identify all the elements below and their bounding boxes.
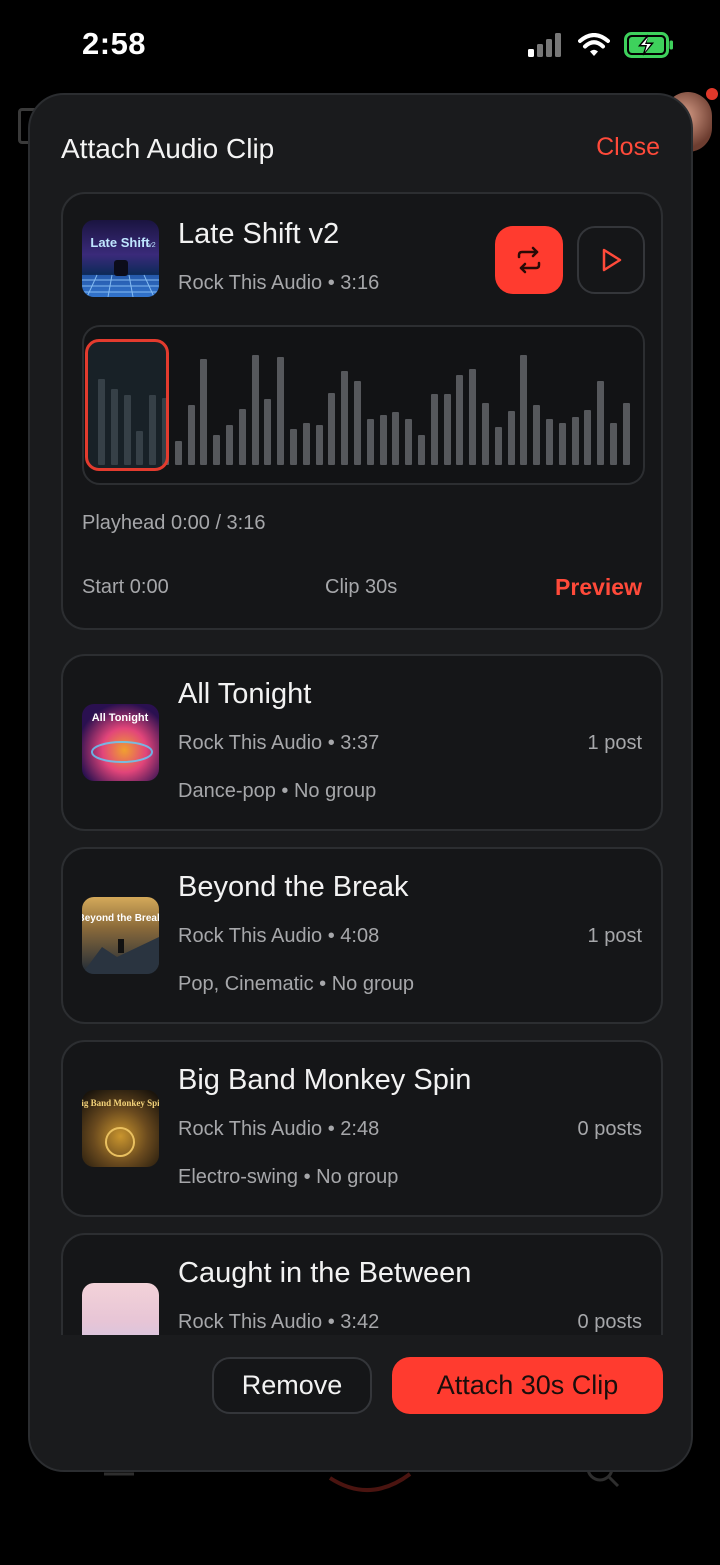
waveform-bar — [290, 429, 297, 465]
waveform-bar — [341, 371, 349, 465]
cover-art: Beyond the Break — [82, 913, 159, 974]
selected-track-card: Late Shift v2 Late Shift v2 Rock This Au… — [61, 192, 663, 630]
track-post-count: 1 post — [587, 925, 642, 947]
track-meta: Rock This Audio • 3:42 — [178, 1311, 380, 1333]
waveform-bar — [379, 415, 387, 465]
track-title: Beyond the Break — [178, 871, 409, 903]
waveform-bar — [392, 412, 400, 465]
waveform-bar — [584, 410, 592, 465]
waveform-bar — [226, 425, 233, 465]
waveform-bar — [507, 411, 515, 465]
track-list-item[interactable]: All Tonight All Tonight Rock This Audio … — [61, 654, 663, 831]
preview-button[interactable]: Preview — [555, 574, 642, 601]
track-title: Caught in the Between — [178, 1257, 472, 1289]
attach-audio-sheet: Attach Audio Clip Close Late Shift v2 La… — [28, 93, 693, 1472]
waveform-bar — [443, 394, 451, 465]
waveform-bar — [418, 435, 425, 465]
waveform-bar — [610, 423, 617, 465]
clip-length-label: Clip 30s — [325, 576, 398, 598]
track-title: All Tonight — [178, 678, 312, 710]
waveform-bar — [405, 419, 413, 465]
track-list-item[interactable]: Big Band Monkey Spin Big Band Monkey Spi… — [61, 1040, 663, 1217]
track-post-count: 0 posts — [577, 1118, 642, 1140]
waveform-bar — [277, 357, 285, 465]
waveform-bar — [187, 405, 195, 465]
waveform-bar — [366, 419, 374, 465]
play-icon — [602, 248, 622, 272]
track-tags: Dance-pop • No group — [178, 780, 377, 802]
track-tags: Electro-swing • No group — [178, 1166, 399, 1188]
cover-version-text: v2 — [148, 242, 156, 249]
waveform-bar — [469, 369, 477, 465]
waveform-bar — [430, 394, 438, 465]
track-post-count: 0 posts — [577, 1311, 642, 1333]
waveform-bar — [571, 417, 579, 465]
track-cover: Late Shift v2 — [82, 220, 159, 297]
waveform-bar — [533, 405, 541, 465]
cover-art: All Tonight — [91, 712, 153, 763]
cover-title-text: Big Band Monkey Spin — [82, 1098, 159, 1108]
waveform-bar — [494, 427, 502, 465]
waveform-bar — [174, 441, 182, 465]
remove-button[interactable]: Remove — [212, 1357, 372, 1414]
waveform-bar — [328, 393, 336, 465]
track-title: Big Band Monkey Spin — [178, 1064, 472, 1096]
clip-start-label: Start 0:00 — [82, 576, 169, 598]
track-meta: Rock This Audio • 3:16 — [178, 272, 380, 294]
waveform-bar — [354, 381, 361, 465]
attach-clip-button[interactable]: Attach 30s Clip — [392, 1357, 663, 1414]
wifi-icon — [578, 33, 610, 56]
notification-dot — [706, 88, 718, 100]
status-icons — [528, 32, 674, 58]
track-post-count: 1 post — [587, 732, 642, 754]
cover-title-text: Beyond the Break — [82, 913, 159, 924]
cover-art: Big Band Monkey Spin — [82, 1098, 159, 1157]
cover-title-text: All Tonight — [92, 712, 149, 724]
track-cover: Beyond the Break — [82, 897, 159, 974]
waveform-bar — [597, 381, 605, 465]
waveform[interactable] — [82, 325, 645, 485]
play-button[interactable] — [577, 226, 645, 294]
waveform-bar — [558, 423, 566, 465]
waveform-bar — [482, 403, 489, 465]
cover-title-text: Late Shift — [90, 235, 150, 250]
loop-icon — [517, 246, 541, 274]
waveform-bar — [251, 355, 259, 465]
clip-selection-handle[interactable] — [85, 339, 169, 471]
track-meta: Rock This Audio • 4:08 — [178, 925, 380, 947]
track-title: Late Shift v2 — [178, 218, 340, 250]
status-bar: 2:58 — [0, 0, 720, 92]
loop-button[interactable] — [495, 226, 563, 294]
waveform-bar — [200, 359, 208, 465]
playhead-readout: Playhead 0:00 / 3:16 — [82, 512, 266, 534]
waveform-bar — [238, 409, 246, 465]
waveform-bar — [302, 423, 310, 465]
cellular-signal-icon — [528, 33, 561, 57]
track-cover: Big Band Monkey Spin — [82, 1090, 159, 1167]
sheet-title: Attach Audio Clip — [61, 133, 275, 164]
track-cover: All Tonight — [82, 704, 159, 781]
waveform-bar — [456, 375, 464, 465]
waveform-bar — [622, 403, 630, 465]
track-meta: Rock This Audio • 3:37 — [178, 732, 380, 754]
waveform-bar — [546, 419, 553, 465]
waveform-bar — [315, 425, 323, 465]
battery-charging-icon — [624, 32, 673, 58]
track-tags: Pop, Cinematic • No group — [178, 973, 415, 995]
waveform-bar — [264, 399, 272, 465]
track-meta: Rock This Audio • 2:48 — [178, 1118, 380, 1140]
waveform-bar — [520, 355, 528, 465]
status-time: 2:58 — [82, 26, 147, 61]
waveform-bar — [213, 435, 221, 465]
cover-art: Late Shift v2 — [82, 235, 159, 297]
track-list-item[interactable]: Beyond the Break Beyond the Break Rock T… — [61, 847, 663, 1024]
close-button[interactable]: Close — [596, 133, 660, 162]
